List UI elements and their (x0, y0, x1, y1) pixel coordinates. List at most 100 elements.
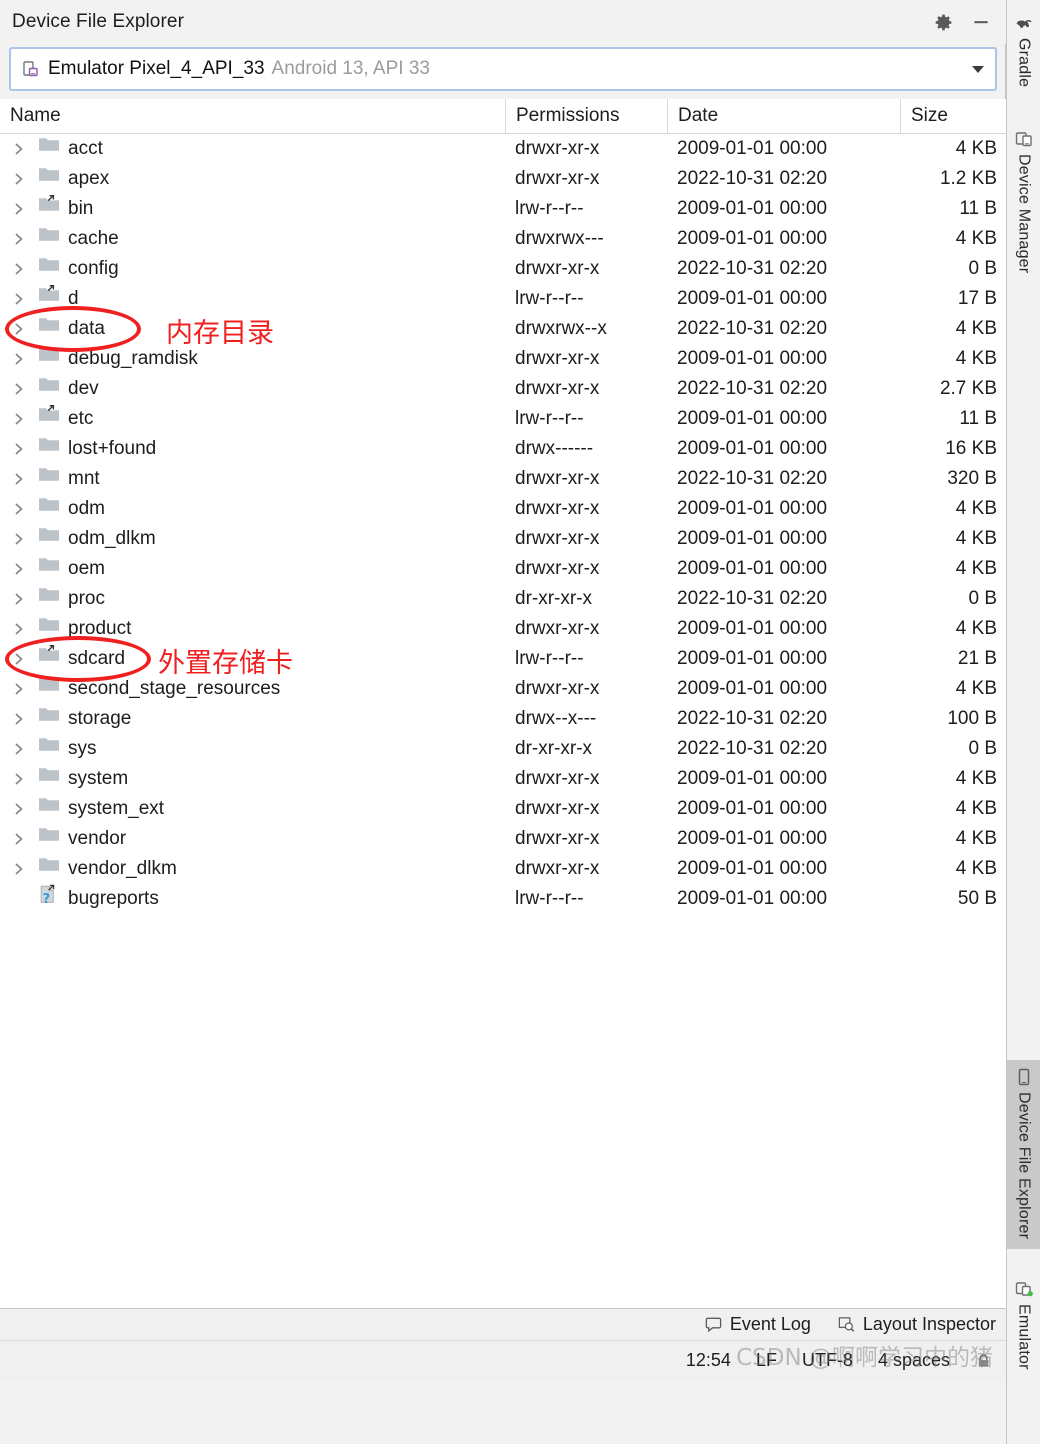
device-manager-icon (1014, 129, 1034, 149)
folder-link-icon (38, 404, 60, 434)
chevron-right-icon[interactable] (6, 614, 32, 644)
chevron-right-icon[interactable] (6, 404, 32, 434)
device-selector-combobox[interactable]: Emulator Pixel_4_API_33 Android 13, API … (9, 47, 997, 91)
column-header-permissions[interactable]: Permissions (505, 99, 667, 133)
status-line-separator[interactable]: LF (756, 1350, 777, 1371)
chevron-right-icon[interactable] (6, 494, 32, 524)
chevron-right-icon[interactable] (6, 164, 32, 194)
table-row[interactable]: lost+found drwx------ 2009-01-01 00:00 16 K… (0, 434, 1006, 464)
chevron-right-icon[interactable] (6, 314, 32, 344)
row-date-cell: 2009-01-01 00:00 (677, 198, 828, 219)
status-indent[interactable]: 4 spaces (878, 1350, 950, 1371)
table-row[interactable]: mnt drwxr-xr-x 2022-10-31 02:20 320 B (0, 464, 1006, 494)
row-date-cell: 2022-10-31 02:20 (677, 468, 828, 489)
row-name-cell: oem (0, 554, 505, 584)
tool-window-panel: Device File Explorer Emulator Pixel_4_AP… (0, 0, 1006, 1380)
event-log-label: Event Log (729, 1314, 811, 1334)
row-size-cell: 11 B (959, 198, 997, 219)
tool-window-device-manager[interactable]: Device Manager (1007, 122, 1040, 273)
event-log-button[interactable]: Event Log (704, 1314, 811, 1335)
folder-icon (38, 344, 60, 374)
table-row[interactable]: oem drwxr-xr-x 2009-01-01 00:00 4 KB (0, 554, 1006, 584)
file-table-body: acct drwxr-xr-x 2009-01-01 00:00 4 KB apex dr… (0, 134, 1006, 1380)
chevron-right-icon[interactable] (6, 524, 32, 554)
chevron-right-icon[interactable] (6, 824, 32, 854)
chevron-right-icon[interactable] (6, 734, 32, 764)
row-date-cell: 2009-01-01 00:00 (677, 138, 828, 159)
table-row[interactable]: odm_dlkm drwxr-xr-x 2009-01-01 00:00 4 KB (0, 524, 1006, 554)
chevron-right-icon[interactable] (6, 704, 32, 734)
table-row[interactable]: config drwxr-xr-x 2022-10-31 02:20 0 B (0, 254, 1006, 284)
table-row[interactable]: data drwxrwx--x 2022-10-31 02:20 4 KB (0, 314, 1006, 344)
table-row[interactable]: sdcard lrw-r--r-- 2009-01-01 00:00 21 B (0, 644, 1006, 674)
row-size-cell: 11 B (959, 408, 997, 429)
layout-inspector-button[interactable]: Layout Inspector (837, 1314, 996, 1335)
table-row[interactable]: debug_ramdisk drwxr-xr-x 2009-01-01 00:00 4… (0, 344, 1006, 374)
column-header-name[interactable]: Name (0, 99, 505, 133)
folder-icon (38, 224, 60, 254)
table-row[interactable]: bin lrw-r--r-- 2009-01-01 00:00 11 B (0, 194, 1006, 224)
table-row[interactable]: d lrw-r--r-- 2009-01-01 00:00 17 B (0, 284, 1006, 314)
minimize-icon[interactable] (970, 11, 992, 33)
table-row[interactable]: vendor_dlkm drwxr-xr-x 2009-01-01 00:00 4 K… (0, 854, 1006, 884)
chevron-right-icon[interactable] (6, 854, 32, 884)
row-size-cell: 0 B (968, 588, 997, 609)
row-name-cell: debug_ramdisk (0, 344, 505, 374)
chevron-right-icon[interactable] (6, 194, 32, 224)
folder-icon (38, 824, 60, 854)
row-name-cell: acct (0, 134, 505, 164)
table-row[interactable]: second_stage_resources drwxr-xr-x 2009-01-… (0, 674, 1006, 704)
file-name-label: second_stage_resources (68, 678, 281, 699)
chevron-right-icon[interactable] (6, 254, 32, 284)
table-row[interactable]: acct drwxr-xr-x 2009-01-01 00:00 4 KB (0, 134, 1006, 164)
row-date-cell: 2009-01-01 00:00 (677, 618, 828, 639)
file-name-label: oem (68, 558, 105, 579)
chevron-right-icon[interactable] (6, 464, 32, 494)
chevron-right-icon[interactable] (6, 644, 32, 674)
row-date-cell: 2009-01-01 00:00 (677, 888, 828, 909)
chevron-right-icon[interactable] (6, 344, 32, 374)
chevron-right-icon[interactable] (6, 554, 32, 584)
table-row[interactable]: vendor drwxr-xr-x 2009-01-01 00:00 4 KB (0, 824, 1006, 854)
file-table-header: Name Permissions Date Size (0, 99, 1006, 134)
table-row[interactable]: apex drwxr-xr-x 2022-10-31 02:20 1.2 KB (0, 164, 1006, 194)
chevron-right-icon[interactable] (6, 284, 32, 314)
table-row[interactable]: cache drwxrwx--- 2009-01-01 00:00 4 KB (0, 224, 1006, 254)
chevron-right-icon[interactable] (6, 434, 32, 464)
tool-window-emulator[interactable]: Emulator (1007, 1272, 1040, 1370)
column-header-date[interactable]: Date (667, 99, 900, 133)
column-header-size[interactable]: Size (900, 99, 1006, 133)
table-row[interactable]: ? bugreports lrw-r--r-- 2009-01-01 00:00 50 … (0, 884, 1006, 914)
row-date-cell: 2022-10-31 02:20 (677, 168, 828, 189)
chevron-right-icon[interactable] (6, 674, 32, 704)
chevron-right-icon[interactable] (6, 134, 32, 164)
device-detail-label: Android 13, API 33 (271, 58, 430, 79)
lock-icon[interactable] (975, 1352, 992, 1370)
chevron-right-icon[interactable] (6, 374, 32, 404)
chevron-right-icon[interactable] (6, 584, 32, 614)
table-row[interactable]: storage drwx--x--- 2022-10-31 02:20 100 B (0, 704, 1006, 734)
file-name-label: sys (68, 738, 97, 759)
status-bar-tools: Event Log Layout Inspector (0, 1308, 1006, 1341)
tool-window-device-file-explorer[interactable]: Device File Explorer (1007, 1060, 1040, 1250)
table-row[interactable]: odm drwxr-xr-x 2009-01-01 00:00 4 KB (0, 494, 1006, 524)
chevron-down-icon[interactable] (961, 49, 995, 89)
table-row[interactable]: etc lrw-r--r-- 2009-01-01 00:00 11 B (0, 404, 1006, 434)
file-name-label: config (68, 258, 119, 279)
status-encoding[interactable]: UTF-8 (802, 1350, 853, 1371)
table-row[interactable]: product drwxr-xr-x 2009-01-01 00:00 4 KB (0, 614, 1006, 644)
table-row[interactable]: dev drwxr-xr-x 2022-10-31 02:20 2.7 KB (0, 374, 1006, 404)
chevron-right-icon[interactable] (6, 224, 32, 254)
row-permissions-cell: drwxr-xr-x (515, 798, 600, 819)
row-date-cell: 2009-01-01 00:00 (677, 348, 828, 369)
tool-window-gradle[interactable]: Gradle (1007, 6, 1040, 87)
table-row[interactable]: sys dr-xr-xr-x 2022-10-31 02:20 0 B (0, 734, 1006, 764)
table-row[interactable]: system drwxr-xr-x 2009-01-01 00:00 4 KB (0, 764, 1006, 794)
row-date-cell: 2009-01-01 00:00 (677, 408, 828, 429)
chevron-right-icon[interactable] (6, 764, 32, 794)
table-row[interactable]: proc dr-xr-xr-x 2022-10-31 02:20 0 B (0, 584, 1006, 614)
table-row[interactable]: system_ext drwxr-xr-x 2009-01-01 00:00 4 KB (0, 794, 1006, 824)
chevron-right-icon[interactable] (6, 794, 32, 824)
file-name-label: d (68, 288, 79, 309)
gear-icon[interactable] (932, 11, 954, 33)
